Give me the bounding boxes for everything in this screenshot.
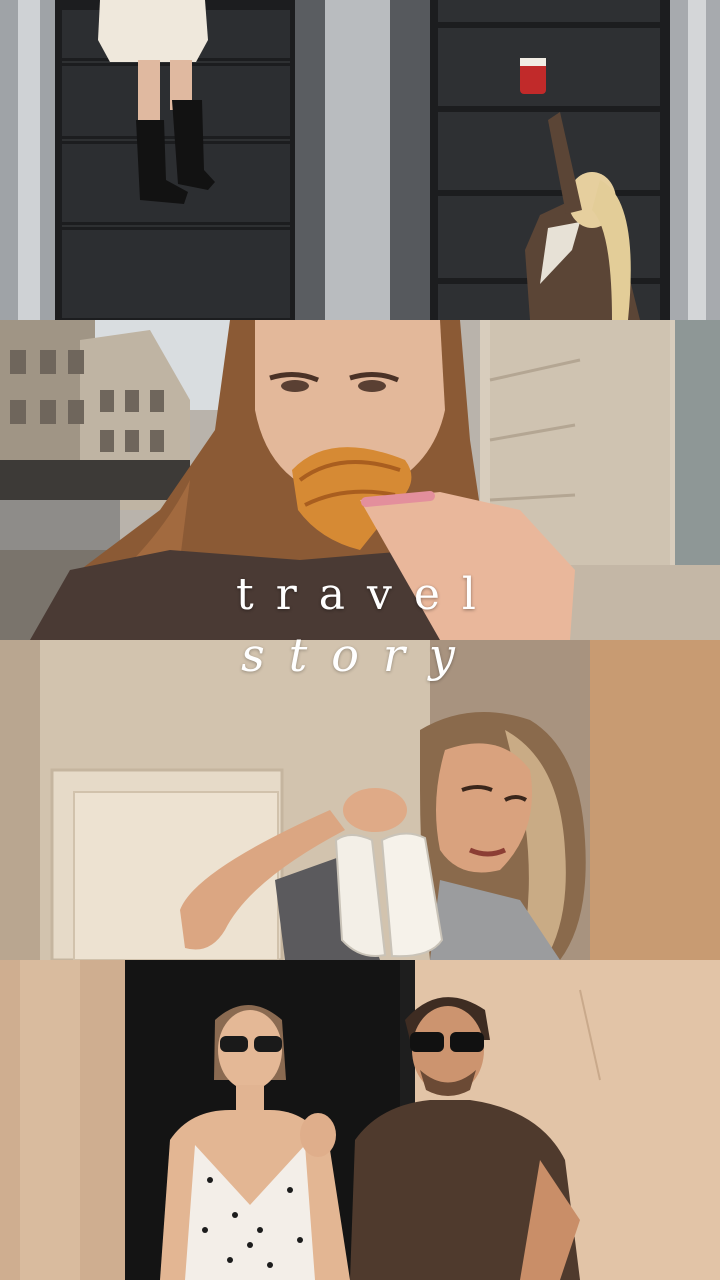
croissant-illustration xyxy=(0,320,720,640)
escalator-illustration xyxy=(0,0,720,320)
shoe-photo xyxy=(0,640,720,960)
couple-photo xyxy=(0,960,720,1280)
escalator-photo xyxy=(0,0,720,320)
couple-illustration xyxy=(0,960,720,1280)
croissant-selfie-photo xyxy=(0,320,720,640)
shoe-illustration xyxy=(0,640,720,960)
